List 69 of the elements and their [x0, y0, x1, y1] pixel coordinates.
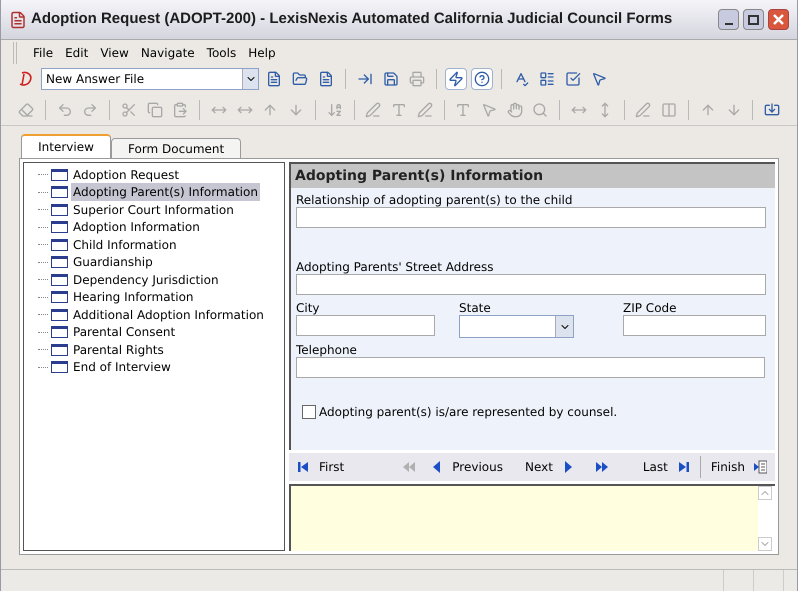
nav-button[interactable]: Next	[524, 458, 575, 476]
outline-item[interactable]: Adoption Information	[71, 218, 202, 236]
state-dropdown[interactable]	[459, 315, 574, 338]
scroll-down-icon	[758, 537, 772, 551]
field-label: Adopting Parents' Street Address	[296, 259, 494, 274]
page-icon	[51, 256, 68, 268]
help-icon[interactable]	[471, 68, 493, 90]
text-field[interactable]	[296, 274, 766, 295]
page-icon	[51, 344, 68, 356]
outline-item[interactable]: Adoption Request	[71, 166, 182, 184]
close-button[interactable]	[768, 9, 789, 30]
menu-item[interactable]: Navigate	[140, 44, 195, 62]
field-label: ZIP Code	[623, 300, 678, 315]
outline-item[interactable]: Child Information	[71, 236, 179, 254]
page-icon	[51, 326, 68, 338]
menu-item[interactable]: File	[33, 44, 54, 62]
nav-button[interactable]: First	[297, 458, 344, 476]
scroll-up-icon	[758, 486, 772, 500]
text-field[interactable]	[296, 207, 766, 228]
menu-item[interactable]: Tools	[206, 44, 236, 62]
outline-item[interactable]: Guardianship	[71, 253, 155, 272]
nav-button[interactable]: Previous	[430, 458, 503, 476]
outline-item[interactable]: Parental Consent	[71, 323, 178, 342]
checkbox-label: Adopting parent(s) is/are represented by counsel.	[319, 404, 618, 421]
outline-item[interactable]: Superior Court Information	[71, 200, 236, 219]
minimize-button[interactable]	[718, 9, 739, 30]
menu-item[interactable]: Edit	[65, 44, 88, 62]
field-label: State	[459, 300, 492, 315]
outline-item[interactable]: Hearing Information	[71, 288, 196, 306]
panel-title: Adopting Parent(s) Information	[295, 166, 544, 186]
nav-button[interactable]: Finish	[710, 458, 767, 476]
outline-item[interactable]: Additional Adoption Information	[71, 306, 266, 324]
page-icon	[51, 204, 68, 216]
text-field[interactable]	[296, 315, 435, 336]
page-icon	[51, 221, 68, 234]
outline-item[interactable]: Dependency Jurisdiction	[71, 270, 221, 289]
nav-icon-button[interactable]	[594, 460, 609, 474]
page-icon	[51, 186, 68, 198]
page-icon	[51, 291, 68, 304]
maximize-button[interactable]	[743, 9, 764, 30]
page-icon	[51, 238, 68, 251]
nav-button[interactable]: Last	[642, 458, 690, 476]
answer-file-dropdown[interactable]: New Answer File	[41, 68, 259, 90]
menu-item[interactable]: Help	[248, 44, 276, 62]
page-icon	[51, 168, 68, 181]
tab[interactable]: Interview	[21, 134, 111, 158]
outline-item[interactable]: Parental Rights	[71, 340, 166, 359]
double-left-arrow-icon	[402, 460, 416, 474]
field-label: Telephone	[296, 342, 358, 357]
field-label: City	[296, 300, 321, 315]
close-icon	[773, 14, 784, 25]
lightning-icon[interactable]	[445, 68, 467, 90]
outline-item[interactable]: End of Interview	[71, 358, 173, 376]
text-field[interactable]	[296, 357, 765, 378]
field-label: Relationship of adopting parent(s) to the child	[296, 192, 574, 207]
outline-item[interactable]: Adopting Parent(s) Information	[71, 183, 260, 202]
double-right-arrow-icon	[594, 460, 609, 474]
window-title: Adoption Request (ADOPT-200) - LexisNexis Automated California Judicial Council Forms	[31, 9, 674, 30]
page-icon	[51, 361, 68, 374]
page-icon	[51, 274, 68, 286]
menu-item[interactable]: View	[100, 44, 129, 62]
first-icon	[297, 460, 311, 474]
app-icon	[9, 10, 27, 28]
scrollbar[interactable]	[758, 486, 775, 551]
finish-icon	[753, 460, 767, 474]
tab[interactable]: Form Document	[111, 138, 242, 158]
page-icon	[51, 308, 68, 321]
text-field[interactable]	[623, 315, 766, 336]
checkbox[interactable]	[302, 405, 316, 419]
